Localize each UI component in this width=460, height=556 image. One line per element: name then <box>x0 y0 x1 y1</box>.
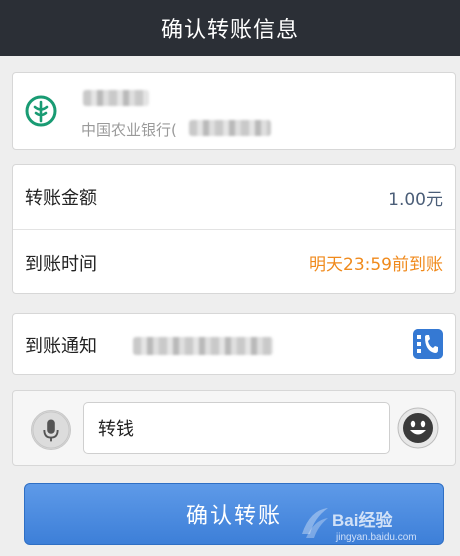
arrival-time-label: 到账时间 <box>25 253 97 275</box>
confirm-transfer-button[interactable]: 确认转账 <box>24 483 444 545</box>
notify-card: 到账通知 <box>12 313 456 375</box>
arrival-time-row[interactable]: 到账时间 明天23:59前到账 <box>13 230 455 295</box>
title-bar: 确认转账信息 <box>0 0 460 56</box>
payee-name-redacted <box>83 90 149 106</box>
message-input[interactable] <box>83 402 390 454</box>
agricultural-bank-logo-icon <box>25 95 57 127</box>
amount-row: 转账金额 1.00元 <box>13 165 455 230</box>
notify-phone-redacted[interactable] <box>133 337 273 355</box>
page-title: 确认转账信息 <box>160 18 299 43</box>
amount-label: 转账金额 <box>25 188 97 209</box>
confirm-transfer-label: 确认转账 <box>185 504 282 529</box>
account-number-redacted <box>189 120 271 136</box>
transfer-info-card: 转账金额 1.00元 到账时间 明天23:59前到账 <box>12 164 456 294</box>
smiley-icon[interactable] <box>397 407 439 449</box>
amount-value: 1.00元 <box>388 189 443 210</box>
bank-name: 中国农业银行( <box>81 121 177 139</box>
notify-label: 到账通知 <box>25 336 97 357</box>
contact-phone-icon[interactable] <box>413 329 443 359</box>
microphone-icon[interactable] <box>31 410 71 450</box>
arrival-time-value: 明天23:59前到账 <box>309 255 443 275</box>
message-card <box>12 390 456 466</box>
payee-card[interactable]: 中国农业银行( <box>12 72 456 150</box>
